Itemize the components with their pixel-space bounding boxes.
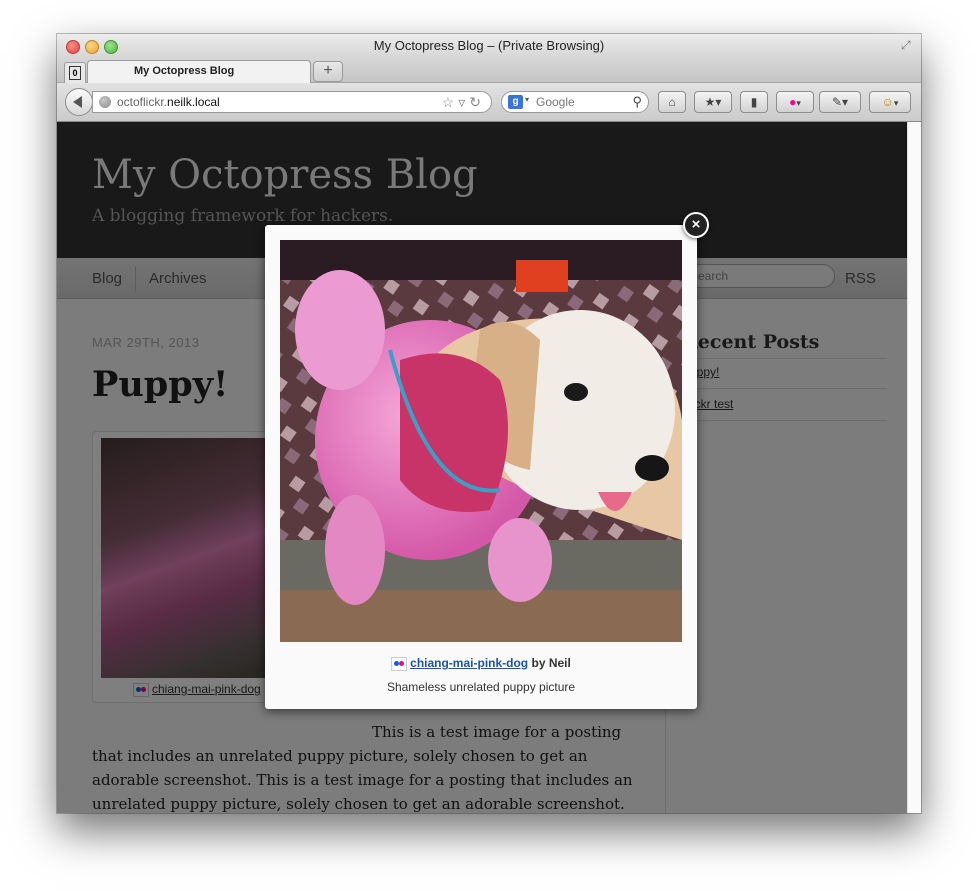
pink-dog-photo [280, 240, 682, 642]
bookmarks-button[interactable]: ★▾ [694, 91, 732, 113]
tab-my-octopress-blog[interactable]: My Octopress Blog [87, 60, 311, 83]
bookmark-book-icon: ▮ [750, 95, 758, 109]
photo-description: Shameless unrelated puppy picture [386, 680, 576, 694]
url-text[interactable]: octoflickr.neilk.local [117, 95, 220, 109]
tools-button[interactable]: ✎▾ [819, 91, 861, 113]
photo-title-link[interactable]: chiang-mai-pink-dog [410, 656, 528, 670]
lightbox-photo[interactable] [280, 240, 682, 642]
url-actions: ☆▿↻ [442, 94, 485, 111]
persona-button[interactable]: ☺▾ [869, 91, 911, 113]
search-engine-caret-icon[interactable]: ▾ [525, 95, 529, 104]
search-icon[interactable]: ⚲ [632, 94, 642, 110]
globe-icon [99, 96, 111, 108]
bookmarks-icon: ★▾ [704, 95, 722, 109]
back-button[interactable] [65, 88, 93, 116]
address-bar[interactable]: octoflickr.neilk.local ☆▿↻ [92, 91, 492, 113]
tab-strip: 0 My Octopress Blog + [57, 58, 921, 83]
page-viewport: My Octopress Blog A blogging framework f… [57, 122, 907, 813]
google-icon[interactable]: g [508, 95, 523, 109]
reload-icon[interactable]: ↻ [469, 94, 485, 110]
readlater-button[interactable]: ▮ [740, 91, 768, 113]
pinned-tab-label: 0 [69, 66, 81, 80]
search-placeholder: Google [536, 95, 575, 109]
wrench-icon: ✎▾ [831, 95, 849, 109]
fullscreen-icon[interactable]: ⤢ [901, 38, 915, 52]
new-tab-button[interactable]: + [313, 61, 343, 82]
scrollbar[interactable] [907, 122, 921, 813]
monkey-icon: ☺ [881, 95, 894, 109]
history-dropdown-icon[interactable]: ▿ [458, 94, 469, 110]
home-icon: ⌂ [668, 95, 676, 109]
window-title: My Octopress Blog – (Private Browsing) [373, 38, 605, 53]
browser-window: My Octopress Blog – (Private Browsing) ⤢… [57, 34, 921, 813]
home-button[interactable]: ⌂ [658, 91, 686, 113]
tab-label: My Octopress Blog [134, 65, 235, 77]
photo-author: by Neil [531, 656, 571, 670]
pinned-tab[interactable]: 0 [64, 62, 86, 83]
bookmark-star-icon[interactable]: ☆ [442, 94, 459, 110]
lightbox-close-button[interactable]: × [683, 212, 709, 238]
title-bar: My Octopress Blog – (Private Browsing) ⤢ [57, 34, 921, 58]
lightbox: chiang-mai-pink-dog by Neil Shameless un… [265, 212, 709, 709]
flickr-extension-button[interactable]: ●▾ [776, 91, 814, 113]
flickr-icon [391, 656, 408, 671]
navigation-toolbar: octoflickr.neilk.local ☆▿↻ g ▾ Google ⚲ … [57, 83, 921, 122]
lightbox-caption: chiang-mai-pink-dog by Neil [265, 656, 697, 671]
search-bar[interactable]: g ▾ Google ⚲ [501, 91, 649, 113]
